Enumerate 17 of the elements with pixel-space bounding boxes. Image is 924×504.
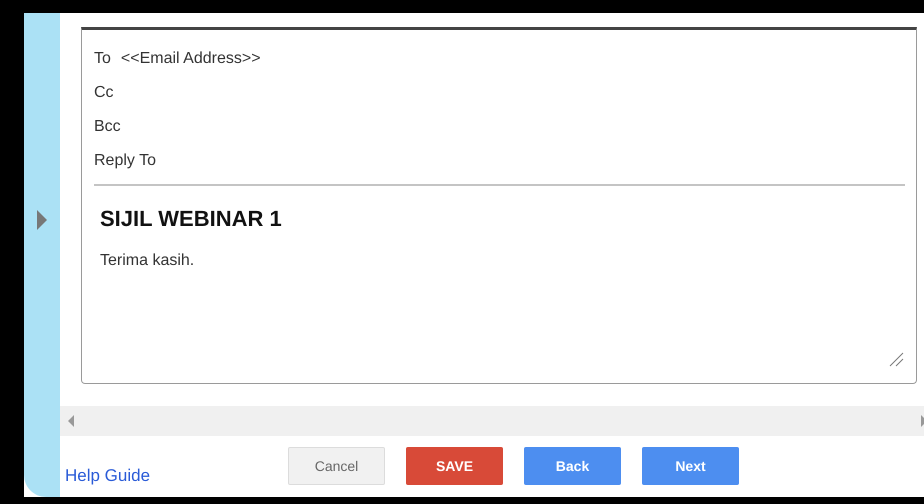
- email-heading: SIJIL WEBINAR 1: [100, 206, 283, 232]
- horizontal-scrollbar[interactable]: [60, 406, 924, 436]
- help-guide-link[interactable]: Help Guide: [65, 466, 150, 486]
- field-label: Cc: [94, 84, 114, 102]
- email-body: Terima kasih.: [100, 252, 196, 270]
- resize-grip-icon[interactable]: [889, 352, 904, 367]
- expand-arrow-icon[interactable]: [37, 210, 47, 230]
- field-value[interactable]: <<Email Address>>: [120, 50, 261, 68]
- scroll-right-icon[interactable]: [921, 415, 924, 427]
- nav-button[interactable]: Next: [642, 447, 739, 485]
- field-label: Reply To: [94, 152, 156, 170]
- cancel-button[interactable]: Cancel: [288, 447, 385, 485]
- field-label: Bcc: [94, 118, 121, 136]
- nav-button[interactable]: Back: [524, 447, 621, 485]
- scroll-left-icon[interactable]: [68, 415, 74, 427]
- field-label: To: [94, 50, 111, 68]
- save-button[interactable]: SAVE: [406, 447, 503, 485]
